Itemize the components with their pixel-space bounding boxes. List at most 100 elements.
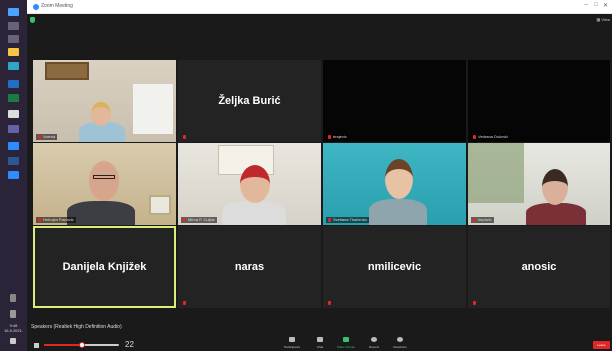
network-icon[interactable] [10,294,16,302]
participant-name: brajevic [333,134,347,139]
participant-name: Vedrana Duković [478,134,509,139]
tile-name-label: lmpavic [471,217,494,223]
participant-name: Mirna P. Culjak [188,217,215,222]
leave-button[interactable]: Leave [593,341,610,349]
participant-tile[interactable]: nmilicevic [323,226,466,308]
chat-notification-icon[interactable] [10,338,16,344]
participant-name: Svetlana Tkačenko [333,217,367,222]
outlook-icon[interactable] [8,80,19,88]
tile-name-label [181,134,190,140]
participant-tile[interactable]: Mirna P. Culjak [178,143,321,225]
taskbar-clock[interactable]: 9:48 16.5.2021. [1,323,26,333]
participant-glasses [93,175,115,179]
muted-mic-icon [183,217,186,222]
window-title: Zoom Meeting [41,3,73,9]
search-icon[interactable] [8,22,19,30]
active-speaker-tile[interactable]: Danijela Knjižek [33,226,176,308]
zoom-app-icon [33,4,39,10]
participant-name: Nebojša Pavlović [43,217,74,222]
teams-icon[interactable] [8,125,19,133]
participant-name: Valeria [43,134,56,139]
speaker-device-label: Speakers (Realtek High Definition Audio) [31,324,122,330]
wall-poster [45,62,89,80]
participant-name-large: nmilicevic [367,261,422,273]
meeting-controls-bar: Speakers (Realtek High Definition Audio)… [27,310,612,351]
participant-name-large: naras [234,261,265,273]
word-icon[interactable] [8,157,19,165]
security-shield-icon[interactable] [30,17,35,23]
volume-slider-knob[interactable] [79,342,85,348]
muted-mic-icon [473,217,476,222]
tile-name-label [471,300,480,306]
muted-mic-icon [473,134,476,139]
windows-start-icon[interactable] [8,8,19,16]
participant-body [369,199,427,225]
chrome-icon[interactable] [8,142,19,150]
share-screen-icon [343,337,349,342]
close-button[interactable]: ✕ [603,2,608,9]
participant-name-large: Željka Burić [218,95,281,107]
view-label: View [601,17,610,22]
muted-mic-icon [38,134,41,139]
reactions-icon [397,337,403,342]
participant-tile[interactable]: Željka Burić [178,60,321,142]
volume-value: 22 [125,340,134,349]
view-button[interactable]: ▦ View [597,17,611,22]
whiteboard [133,84,173,134]
muted-mic-icon [38,217,41,222]
participant-head [385,159,413,199]
participants-button[interactable]: Participants [277,337,307,349]
share-screen-label: Share Screen [336,345,356,349]
maximize-button[interactable]: □ [594,2,598,8]
notification-icon[interactable] [10,310,16,318]
file-explorer-icon[interactable] [8,48,19,56]
task-view-icon[interactable] [8,35,19,43]
zoom-window: Zoom Meeting – □ ✕ ▦ View Valeria Željka… [27,0,612,351]
muted-mic-icon [183,134,186,139]
participant-tile[interactable]: Svetlana Tkačenko [323,143,466,225]
share-screen-button[interactable]: Share Screen [331,337,361,349]
tile-name-label: Valeria [36,134,58,140]
zoom-taskbar-icon[interactable] [8,171,19,179]
participant-tile[interactable]: lmpavic [468,143,610,225]
title-bar: Zoom Meeting – □ ✕ [27,0,612,14]
meeting-top-strip: ▦ View [27,14,612,58]
participant-tile[interactable]: brajevic [323,60,466,142]
participant-tile[interactable]: Vedrana Duković [468,60,610,142]
volume-slider-fill [44,344,82,346]
tile-name-label: Mirna P. Culjak [181,217,217,223]
wall-picture [149,195,171,215]
participant-name-large: Danijela Knjižek [62,261,147,273]
participants-icon [289,337,295,342]
participant-name: lmpavic [478,217,492,222]
excel-icon[interactable] [8,94,19,102]
tile-name-label: Vedrana Duković [471,134,511,140]
muted-mic-icon [328,217,331,222]
speaker-icon [34,343,39,348]
tile-name-label [181,300,190,306]
window-plants [468,143,524,203]
participant-body [526,203,586,225]
participant-head [91,102,111,126]
tile-name-label: brajevic [326,134,349,140]
participants-label: Participants [284,345,300,349]
volume-slider[interactable] [44,342,119,348]
participant-tile[interactable]: Nebojša Pavlović [33,143,176,225]
windows-taskbar: 9:48 16.5.2021. [0,0,27,351]
edge-browser-icon[interactable] [8,62,19,70]
screen: 9:48 16.5.2021. Zoom Meeting – □ ✕ ▦ Vie… [0,0,612,351]
participant-tile[interactable]: naras [178,226,321,308]
participant-tile[interactable]: anosic [468,226,610,308]
participant-head [89,161,119,201]
participant-body [67,201,135,225]
window-icon[interactable] [8,110,19,118]
participant-body [222,201,286,225]
muted-mic-icon [328,300,331,305]
participant-tile[interactable]: Valeria [33,60,176,142]
muted-mic-icon [473,300,476,305]
reactions-label: Reactions [393,345,407,349]
reactions-button[interactable]: Reactions [385,337,415,349]
muted-mic-icon [328,134,331,139]
tile-name-label [326,300,335,306]
minimize-button[interactable]: – [585,2,588,8]
